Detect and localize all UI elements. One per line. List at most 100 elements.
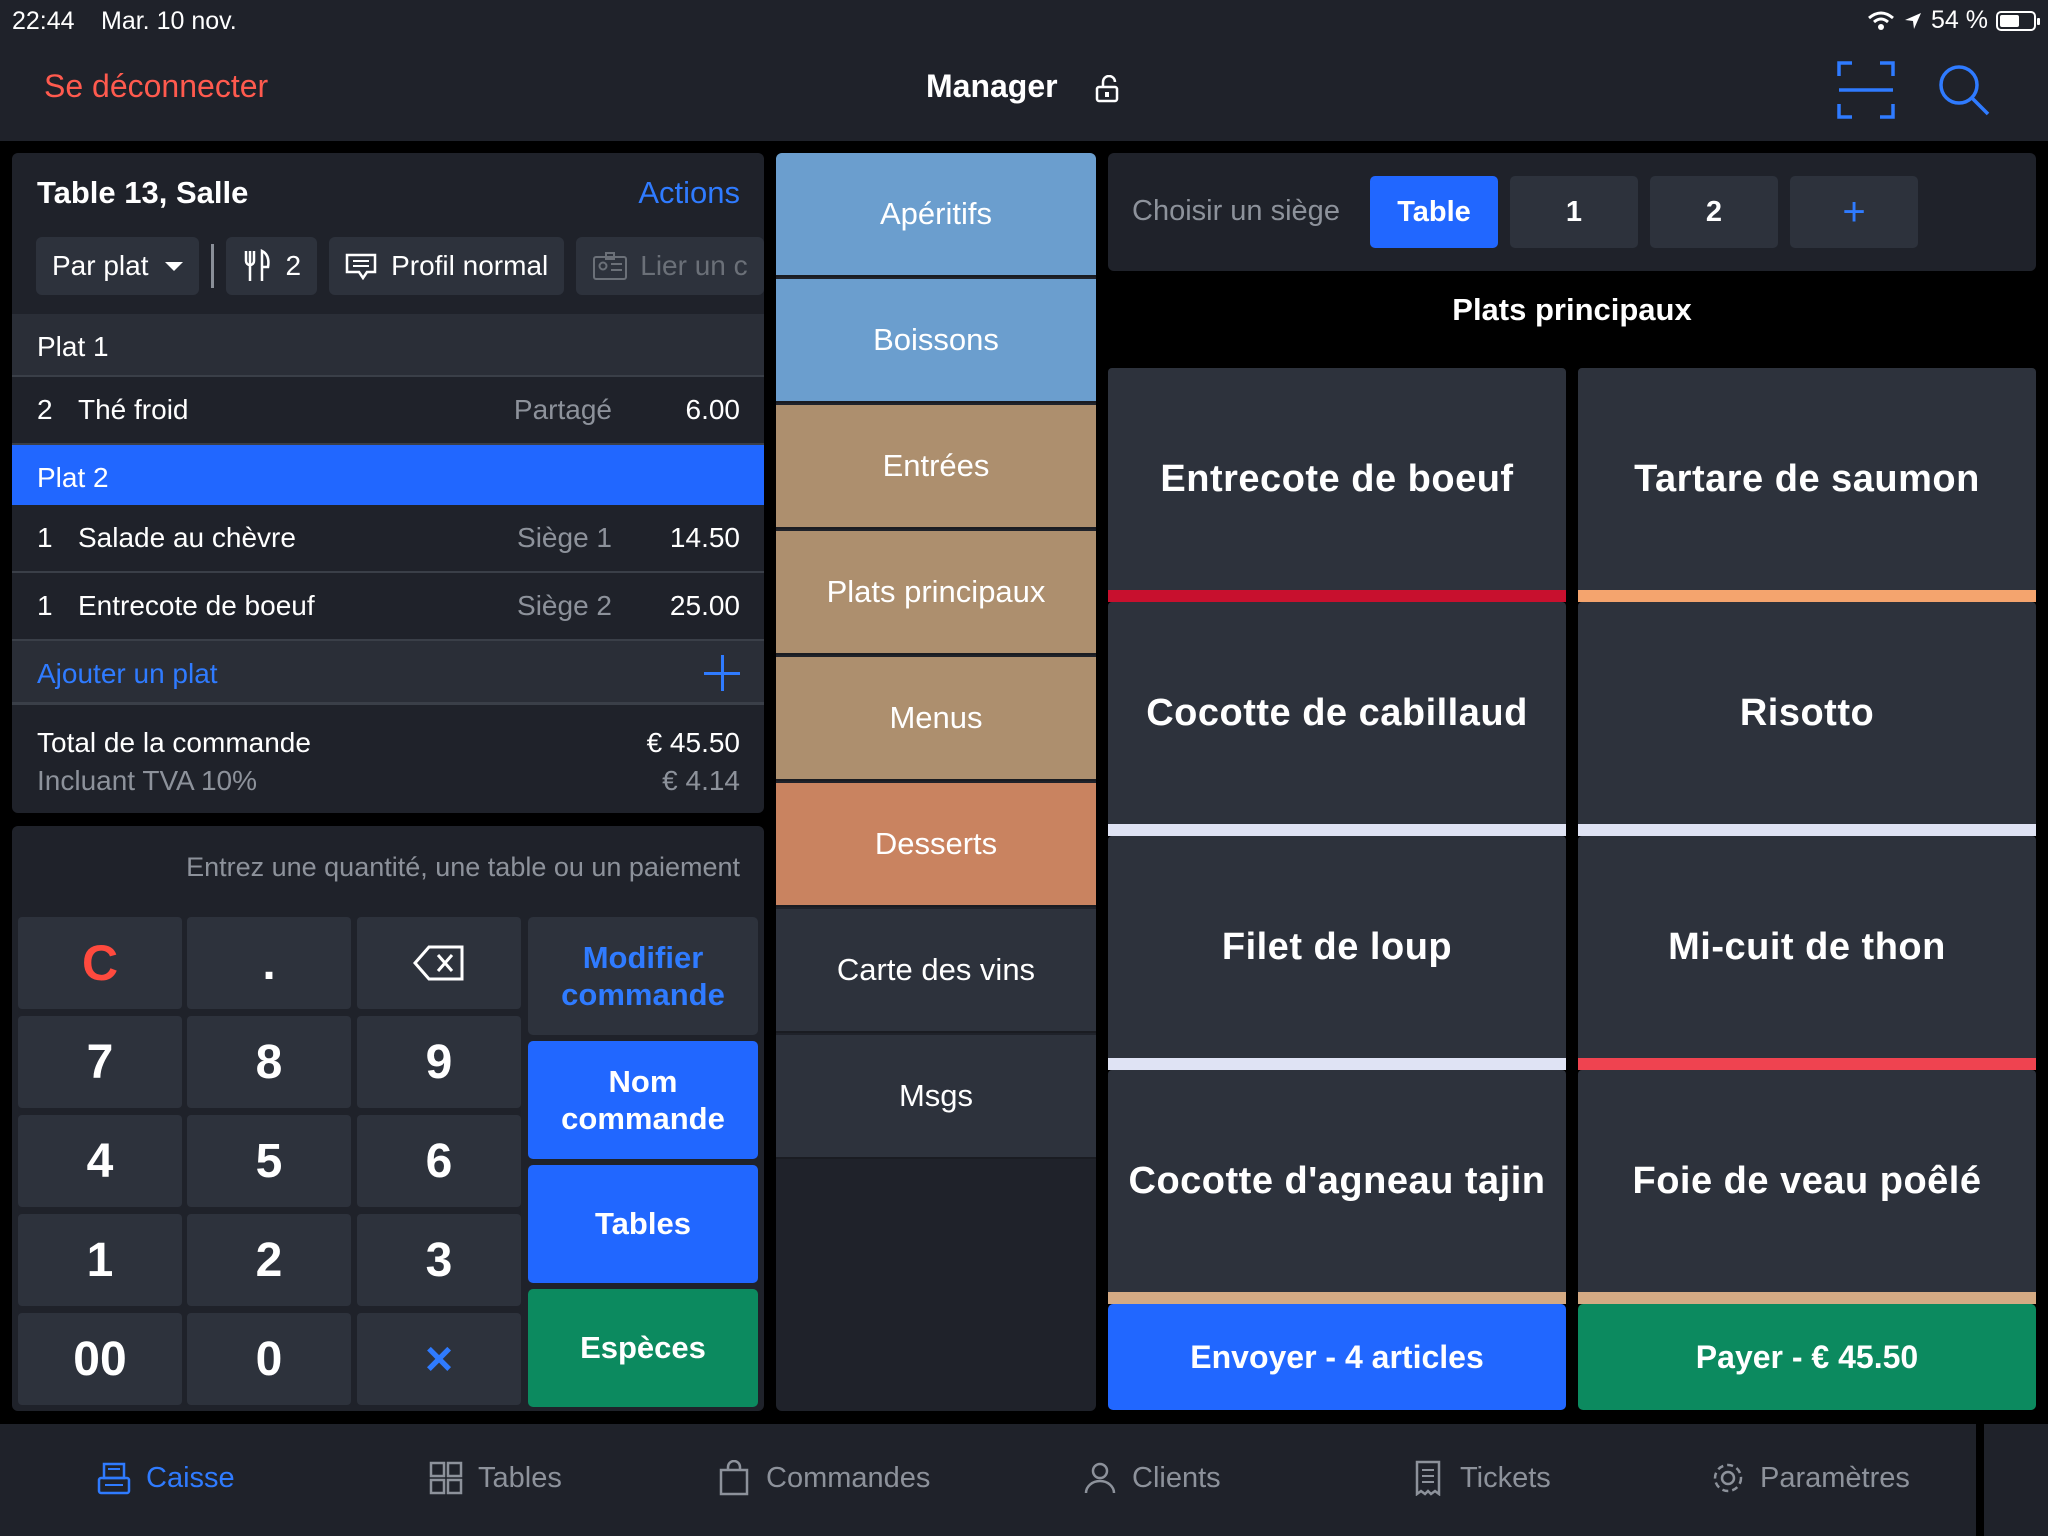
key-clear[interactable]: C [18, 917, 182, 1009]
vat-label: Incluant TVA 10% [37, 765, 257, 796]
seat-selector-label: Choisir un siège [1132, 195, 1340, 227]
key-7[interactable]: 7 [18, 1016, 182, 1108]
product-tile[interactable]: Cocotte de cabillaud [1108, 602, 1566, 836]
line-name: Salade au chèvre [78, 522, 296, 553]
product-name: Cocotte d'agneau tajin [1128, 1159, 1546, 1202]
line-price: 25.00 [669, 590, 740, 621]
status-indicators: 54 % [1867, 6, 2040, 35]
product-color-bar [1108, 1292, 1566, 1304]
category-entrees[interactable]: Entrées [776, 405, 1096, 529]
product-color-bar [1578, 1058, 2036, 1070]
grouping-dropdown[interactable]: Par plat [36, 237, 199, 295]
total-label: Total de la commande [37, 727, 311, 758]
category-boissons[interactable]: Boissons [776, 279, 1096, 403]
order-line[interactable]: 1 Salade au chèvre Siège 1 14.50 [12, 505, 764, 573]
key-decimal[interactable]: . [187, 917, 351, 1009]
product-name: Filet de loup [1221, 925, 1453, 968]
category-desserts[interactable]: Desserts [776, 783, 1096, 907]
search-icon[interactable] [1936, 62, 1992, 118]
tables-grid-icon [429, 1461, 463, 1495]
section-title: Plats principaux [1452, 292, 1692, 327]
user-name[interactable]: Manager [926, 68, 1058, 105]
tab-caisse[interactable]: Caisse [96, 1460, 235, 1496]
wifi-icon [1868, 11, 1894, 30]
tab-tickets[interactable]: Tickets [1410, 1460, 1551, 1496]
scan-icon[interactable] [1836, 60, 1896, 120]
key-0[interactable]: 0 [187, 1313, 351, 1405]
line-price: 14.50 [669, 522, 740, 553]
category-menus[interactable]: Menus [776, 657, 1096, 781]
actions-button[interactable]: Actions [638, 175, 740, 211]
backspace-icon [413, 945, 464, 981]
product-color-bar [1108, 824, 1566, 836]
tables-button[interactable]: Tables [528, 1165, 758, 1283]
product-name: Mi-cuit de thon [1668, 925, 1946, 968]
line-name: Entrecote de boeuf [78, 590, 315, 621]
battery-percent: 54 % [1931, 6, 1988, 34]
vat-value: € 4.14 [662, 765, 740, 796]
category-plats-principaux[interactable]: Plats principaux [776, 531, 1096, 655]
key-multiply[interactable]: × [357, 1313, 521, 1405]
product-tile[interactable]: Cocotte d'agneau tajin [1108, 1070, 1566, 1304]
tab-label: Tables [478, 1461, 562, 1494]
seat-table-button[interactable]: Table [1370, 176, 1498, 248]
tab-parametres[interactable]: Paramètres [1710, 1460, 1910, 1496]
product-tile[interactable]: Risotto [1578, 602, 2036, 836]
course-header-2[interactable]: Plat 2 [12, 445, 764, 505]
send-order-button[interactable]: Envoyer - 4 articles [1108, 1304, 1566, 1410]
modify-order-button[interactable]: Modifier commande [528, 917, 758, 1035]
product-tile[interactable]: Entrecote de boeuf [1108, 368, 1566, 602]
unlock-icon[interactable] [1094, 75, 1122, 103]
product-color-bar [1578, 590, 2036, 602]
key-backspace[interactable] [357, 917, 521, 1009]
key-3[interactable]: 3 [357, 1214, 521, 1306]
key-1[interactable]: 1 [18, 1214, 182, 1306]
pay-button[interactable]: Payer - € 45.50 [1578, 1304, 2036, 1410]
seat-1-button[interactable]: 1 [1510, 176, 1638, 248]
add-seat-button[interactable]: + [1790, 176, 1918, 248]
add-item-label: Ajouter un plat [37, 658, 218, 689]
key-6[interactable]: 6 [357, 1115, 521, 1207]
link-customer-button[interactable]: Lier un c [576, 237, 764, 295]
tab-tables[interactable]: Tables [428, 1460, 562, 1496]
key-4[interactable]: 4 [18, 1115, 182, 1207]
total-value: € 45.50 [646, 727, 740, 758]
tab-bar: Caisse Tables Commandes Clients Tickets … [0, 1424, 1976, 1536]
key-2[interactable]: 2 [187, 1214, 351, 1306]
key-5[interactable]: 5 [187, 1115, 351, 1207]
cash-payment-button[interactable]: Espèces [528, 1289, 758, 1407]
profile-button[interactable]: Profil normal [329, 237, 565, 295]
name-order-button[interactable]: Nom commande [528, 1041, 758, 1159]
plus-icon[interactable] [704, 655, 740, 691]
covers-button[interactable]: 2 [225, 237, 318, 295]
logout-button[interactable]: Se déconnecter [44, 68, 268, 105]
product-tile[interactable]: Tartare de saumon [1578, 368, 2036, 602]
order-line[interactable]: 2 Thé froid Partagé 6.00 [12, 377, 764, 445]
product-name: Risotto [1739, 691, 1875, 734]
course-label: Plat 2 [37, 462, 109, 493]
category-msgs[interactable]: Msgs [776, 1035, 1096, 1159]
line-seat: Partagé [513, 394, 612, 425]
product-tile[interactable]: Foie de veau poêlé [1578, 1070, 2036, 1304]
seat-2-button[interactable]: 2 [1650, 176, 1778, 248]
product-tile[interactable]: Mi-cuit de thon [1578, 836, 2036, 1070]
line-seat: Siège 2 [517, 590, 612, 621]
order-line[interactable]: 1 Entrecote de boeuf Siège 2 25.00 [12, 573, 764, 641]
tab-commandes[interactable]: Commandes [716, 1460, 930, 1496]
category-aperitifs[interactable]: Apéritifs [776, 153, 1096, 277]
key-8[interactable]: 8 [187, 1016, 351, 1108]
category-carte-des-vins[interactable]: Carte des vins [776, 909, 1096, 1033]
line-quantity: 1 [37, 590, 53, 621]
product-tile[interactable]: Filet de loup [1108, 836, 1566, 1070]
tab-clients[interactable]: Clients [1082, 1460, 1221, 1496]
add-item-row[interactable]: Ajouter un plat [12, 641, 764, 704]
tab-label: Clients [1132, 1461, 1221, 1494]
key-00[interactable]: 00 [18, 1313, 182, 1405]
key-9[interactable]: 9 [357, 1016, 521, 1108]
keypad-panel: Entrez une quantité, une table ou un pai… [12, 826, 764, 1411]
covers-count: 2 [285, 250, 302, 281]
order-totals: Total de la commande € 45.50 Incluant TV… [12, 703, 764, 813]
cash-register-icon [97, 1462, 131, 1495]
menu-card-icon [345, 253, 377, 280]
course-header-1[interactable]: Plat 1 [12, 314, 764, 377]
